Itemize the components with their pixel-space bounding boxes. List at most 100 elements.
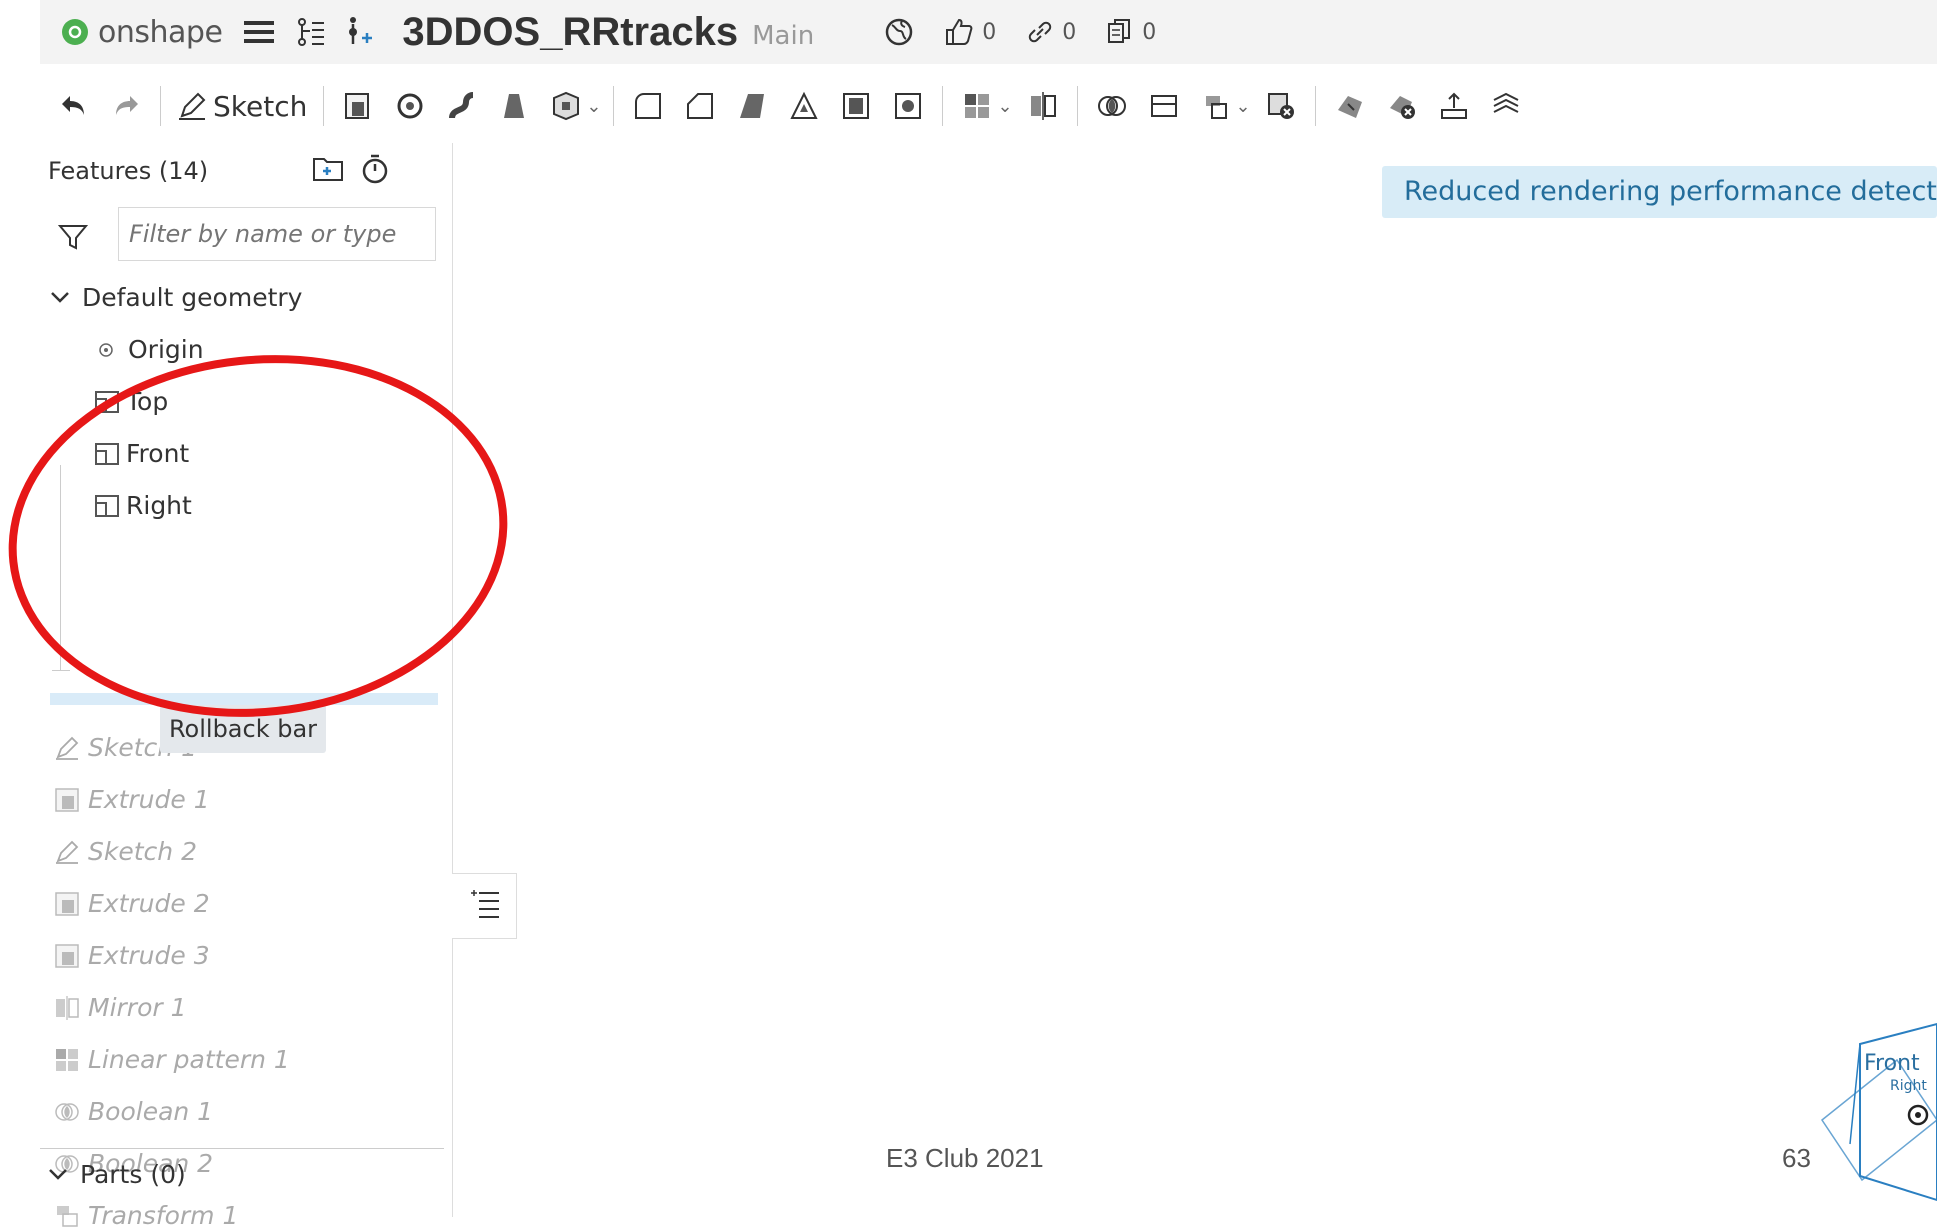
list-item[interactable]: Linear pattern 1 (54, 1045, 290, 1074)
insert-icon[interactable] (344, 16, 374, 48)
list-item[interactable]: Origin (98, 335, 204, 364)
plane-icon (95, 494, 119, 517)
rollback-bar[interactable] (50, 693, 438, 705)
default-geometry-group[interactable]: Default geometry (50, 283, 302, 312)
toolbar-divider (1076, 86, 1078, 126)
list-item-label: Front (126, 439, 190, 468)
sketch-icon (179, 92, 206, 120)
delete-part-icon[interactable] (1261, 86, 1301, 126)
tree-connector (52, 670, 70, 671)
chevron-down-icon[interactable]: ⌄ (1236, 96, 1251, 117)
draft-icon[interactable] (732, 86, 772, 126)
chevron-down-icon[interactable]: ⌄ (997, 96, 1012, 117)
fillet-icon[interactable] (628, 86, 668, 126)
list-item-label: Sketch 2 (88, 837, 197, 866)
stopwatch-icon[interactable] (360, 153, 390, 185)
list-item[interactable]: Transform 1 (54, 1201, 238, 1230)
feature-list-toggle[interactable] (452, 873, 517, 939)
like-count: 0 (982, 19, 997, 45)
thicken-icon[interactable] (546, 86, 586, 126)
sketch-label: Sketch (213, 89, 308, 123)
rollback-tooltip: Rollback bar (160, 705, 326, 753)
copy-count: 0 (1142, 19, 1157, 45)
slide-footer-text: E3 Club 2021 (886, 1143, 1044, 1173)
toolbar-divider (323, 86, 325, 126)
revolve-icon[interactable] (390, 86, 430, 126)
copy-counter[interactable]: 0 (1106, 18, 1156, 46)
list-item[interactable]: Front (94, 439, 189, 468)
split-icon[interactable] (1144, 86, 1184, 126)
feature-list-panel: Features (14) Default geometry Origin To… (40, 143, 453, 1230)
view-cube[interactable]: Front Right (1820, 1000, 1937, 1214)
list-icon (471, 890, 499, 918)
list-item-label: Origin (128, 335, 204, 364)
list-item[interactable]: Top (94, 387, 168, 416)
viewcube-right-label: Right (1890, 1078, 1927, 1094)
chevron-down-icon (49, 1168, 67, 1180)
parts-group[interactable]: Parts (0) (48, 1160, 186, 1189)
viewcube-front-label: Front (1864, 1051, 1920, 1076)
thumbs-up-icon (946, 18, 973, 45)
extrude-icon (55, 787, 79, 812)
globe-icon[interactable] (884, 17, 914, 47)
mirror-icon (56, 995, 79, 1020)
boolean-icon[interactable] (1092, 86, 1132, 126)
delete-face-icon[interactable] (1382, 86, 1422, 126)
transform-icon[interactable] (1196, 86, 1236, 126)
extrude-icon (55, 943, 79, 968)
document-header: onshape 3DDOS_RRtracks Main 0 0 0 (40, 0, 1937, 64)
filter-input[interactable] (118, 207, 436, 261)
list-item[interactable]: Extrude 1 (54, 785, 210, 814)
mirror-icon[interactable] (1023, 86, 1063, 126)
feature-toolbar: Sketch ⌄ ⌄ ⌄ (40, 76, 1937, 136)
onshape-logo[interactable]: onshape (62, 15, 223, 50)
toolbar-divider (942, 86, 944, 126)
like-counter[interactable]: 0 (944, 17, 996, 47)
link-icon (1028, 21, 1052, 43)
list-item-label: Extrude 1 (88, 785, 210, 814)
filter-row (40, 207, 452, 265)
list-item[interactable]: Extrude 2 (54, 889, 210, 918)
menu-icon[interactable] (244, 19, 275, 45)
link-count: 0 (1062, 19, 1077, 45)
document-title[interactable]: 3DDOS_RRtracks (402, 10, 738, 55)
list-item-label: Linear pattern 1 (88, 1045, 290, 1074)
chevron-down-icon[interactable]: ⌄ (586, 96, 601, 117)
plane-icon (95, 442, 119, 465)
filter-icon[interactable] (57, 223, 89, 255)
hole-icon[interactable] (836, 86, 876, 126)
chamfer-icon[interactable] (680, 86, 720, 126)
transform-icon (57, 1205, 78, 1227)
list-item[interactable]: Right (94, 491, 192, 520)
move-face-icon[interactable] (1434, 86, 1474, 126)
sketch-button[interactable]: Sketch (177, 90, 307, 123)
link-counter[interactable]: 0 (1026, 18, 1076, 46)
list-item[interactable]: Extrude 3 (54, 941, 210, 970)
redo-icon[interactable] (106, 86, 146, 126)
extrude-icon[interactable] (338, 86, 378, 126)
tree-connector (60, 465, 61, 670)
slide-page-number: 63 (1782, 1143, 1811, 1173)
loft-icon[interactable] (494, 86, 534, 126)
extrude-icon (55, 891, 79, 916)
sweep-icon[interactable] (442, 86, 482, 126)
list-item-label: Extrude 3 (88, 941, 210, 970)
list-item-label: Extrude 2 (88, 889, 210, 918)
pattern-icon[interactable] (957, 86, 997, 126)
add-folder-icon[interactable] (312, 153, 344, 185)
offset-surface-icon[interactable] (1486, 86, 1526, 126)
shell-icon[interactable] (784, 86, 824, 126)
list-item[interactable]: Sketch 2 (54, 837, 197, 866)
undo-icon[interactable] (54, 86, 94, 126)
toolbar-divider (1314, 86, 1316, 126)
list-item[interactable]: Mirror 1 (54, 993, 187, 1022)
pattern-icon (56, 1048, 78, 1071)
list-item-label: Transform 1 (88, 1201, 239, 1230)
version-graph-icon[interactable] (296, 17, 326, 47)
workspace-branch[interactable]: Main (752, 21, 814, 51)
sketch-icon (56, 736, 79, 760)
list-item-label: Mirror 1 (88, 993, 187, 1022)
modify-fillet-icon[interactable] (1330, 86, 1370, 126)
rib-icon[interactable] (888, 86, 928, 126)
list-item[interactable]: Boolean 1 (54, 1097, 213, 1126)
